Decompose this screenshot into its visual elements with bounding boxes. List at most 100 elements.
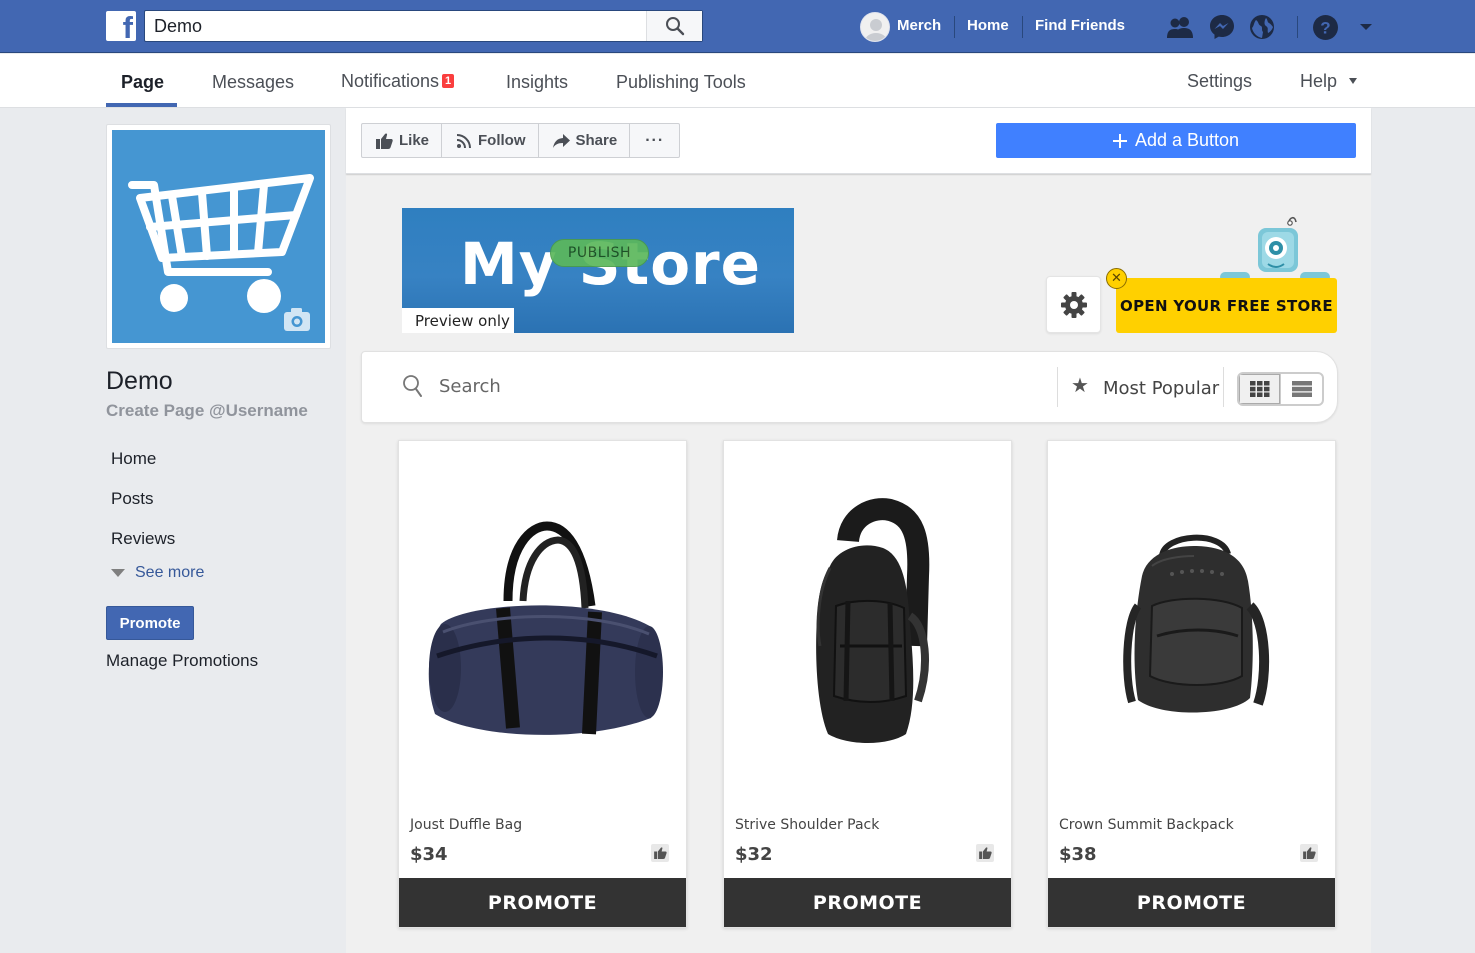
notifications-count-badge: 1 [442, 74, 455, 88]
view-toggle [1237, 372, 1324, 406]
tab-page[interactable]: Page [121, 72, 164, 93]
shoulder-pack-image [815, 498, 929, 743]
open-free-store-button[interactable]: OPEN YOUR FREE STORE [1116, 278, 1337, 333]
nav-find-friends-link[interactable]: Find Friends [1035, 17, 1125, 34]
product-card[interactable]: Joust Duffle Bag $34 PROMOTE [398, 440, 687, 928]
follow-button[interactable]: Follow [442, 124, 539, 157]
plus-icon [1112, 133, 1127, 148]
rss-follow-icon [456, 133, 472, 148]
camera-icon [284, 308, 310, 331]
search-icon [403, 375, 422, 397]
more-options-button[interactable]: ··· [630, 124, 679, 157]
nav-divider [1297, 16, 1298, 38]
thumbs-up-icon [376, 132, 393, 149]
see-more-label: See more [135, 564, 205, 581]
tab-help[interactable]: Help [1300, 71, 1358, 92]
share-button[interactable]: Share [539, 124, 631, 157]
product-image[interactable] [724, 441, 1011, 811]
user-avatar[interactable] [860, 12, 890, 42]
like-label: Like [399, 132, 430, 149]
notifications-globe-icon[interactable] [1248, 13, 1276, 41]
preview-only-label: Preview only [402, 308, 514, 333]
like-product-icon[interactable] [976, 844, 994, 862]
facebook-logo-icon[interactable]: f [106, 11, 136, 41]
nav-divider [1022, 16, 1023, 38]
filter-divider [1223, 367, 1224, 407]
tab-notifications-label: Notifications [341, 71, 440, 91]
grid-view-button[interactable] [1239, 374, 1281, 404]
gear-icon [1060, 291, 1087, 318]
add-a-button[interactable]: Add a Button [996, 123, 1356, 158]
sidebar-item-home[interactable]: Home [111, 449, 156, 469]
list-view-icon [1291, 381, 1312, 397]
like-product-icon[interactable] [651, 844, 669, 862]
promote-product-button[interactable]: PROMOTE [724, 878, 1011, 927]
duffle-bag-image [428, 521, 663, 735]
messenger-icon[interactable] [1208, 13, 1236, 41]
product-name[interactable]: Strive Shoulder Pack [735, 817, 879, 833]
shopping-cart-icon [128, 174, 314, 331]
tab-notifications[interactable]: Notifications 1 [341, 71, 455, 92]
list-view-button[interactable] [1281, 374, 1322, 404]
sort-dropdown[interactable]: Most Popular [1103, 378, 1219, 399]
star-icon: ★ [1071, 373, 1089, 397]
chevron-down-icon [111, 569, 125, 577]
nav-user-name[interactable]: Merch [897, 17, 941, 34]
tab-insights[interactable]: Insights [506, 72, 568, 93]
add-a-button-label: Add a Button [1134, 130, 1240, 150]
product-card[interactable]: Strive Shoulder Pack $32 PROMOTE [723, 440, 1012, 928]
follow-label: Follow [478, 132, 526, 149]
backpack-image [1122, 534, 1269, 713]
close-promo-icon[interactable]: ✕ [1106, 268, 1127, 289]
page-title[interactable]: Demo [106, 367, 173, 396]
search-icon [665, 17, 684, 36]
share-arrow-icon [552, 133, 570, 148]
tab-publishing-tools[interactable]: Publishing Tools [616, 72, 746, 93]
nav-home-link[interactable]: Home [967, 17, 1009, 34]
like-button[interactable]: Like [362, 124, 443, 157]
like-product-icon[interactable] [1300, 844, 1318, 862]
product-name[interactable]: Crown Summit Backpack [1059, 817, 1234, 833]
sidebar-item-reviews[interactable]: Reviews [111, 529, 175, 549]
store-settings-button[interactable] [1046, 276, 1101, 333]
product-image[interactable] [1048, 441, 1335, 811]
friend-requests-icon[interactable] [1166, 13, 1194, 41]
tab-help-label: Help [1300, 71, 1338, 91]
publish-button[interactable]: PUBLISH [550, 239, 649, 267]
nav-divider [954, 16, 955, 38]
share-label: Share [575, 132, 618, 149]
filter-divider [1057, 367, 1058, 407]
promote-product-button[interactable]: PROMOTE [399, 878, 686, 927]
store-search-input[interactable]: Search [439, 376, 501, 397]
search-button[interactable] [646, 11, 702, 41]
page-actions-group: Like Follow Share ··· [361, 123, 681, 158]
search-box [144, 10, 703, 42]
help-dropdown-icon [1349, 78, 1358, 84]
top-navigation-bar: f Merch Home Find Friends ? [0, 0, 1475, 53]
product-name[interactable]: Joust Duffle Bag [410, 817, 522, 833]
manage-promotions-link[interactable]: Manage Promotions [106, 651, 258, 671]
profile-picture[interactable] [106, 124, 331, 349]
account-menu-chevron-icon[interactable] [1352, 13, 1380, 41]
see-more-link[interactable]: See more [111, 564, 204, 582]
search-input[interactable] [145, 11, 645, 41]
promote-product-button[interactable]: PROMOTE [1048, 878, 1335, 927]
sidebar-item-posts[interactable]: Posts [111, 489, 154, 509]
create-username-link[interactable]: Create Page @Username [106, 401, 308, 421]
product-price: $32 [735, 844, 773, 865]
store-banner: My Store PUBLISH Preview only [402, 208, 794, 333]
product-price: $34 [410, 844, 448, 865]
tab-settings[interactable]: Settings [1187, 71, 1252, 92]
promote-button[interactable]: Promote [106, 606, 194, 640]
store-filter-bar: Search ★ Most Popular [361, 351, 1338, 423]
robot-mascot-icon [1220, 216, 1330, 282]
more-options-icon: ··· [645, 131, 665, 149]
grid-view-icon [1249, 381, 1269, 397]
help-icon[interactable]: ? [1311, 13, 1339, 41]
active-tab-indicator [106, 103, 177, 107]
page-tabs-bar: Page Messages Notifications 1 Insights Pu… [0, 54, 1475, 108]
product-image[interactable] [399, 441, 686, 811]
svg-text:?: ? [1320, 18, 1330, 37]
tab-messages[interactable]: Messages [212, 72, 294, 93]
product-card[interactable]: Crown Summit Backpack $38 PROMOTE [1047, 440, 1336, 928]
